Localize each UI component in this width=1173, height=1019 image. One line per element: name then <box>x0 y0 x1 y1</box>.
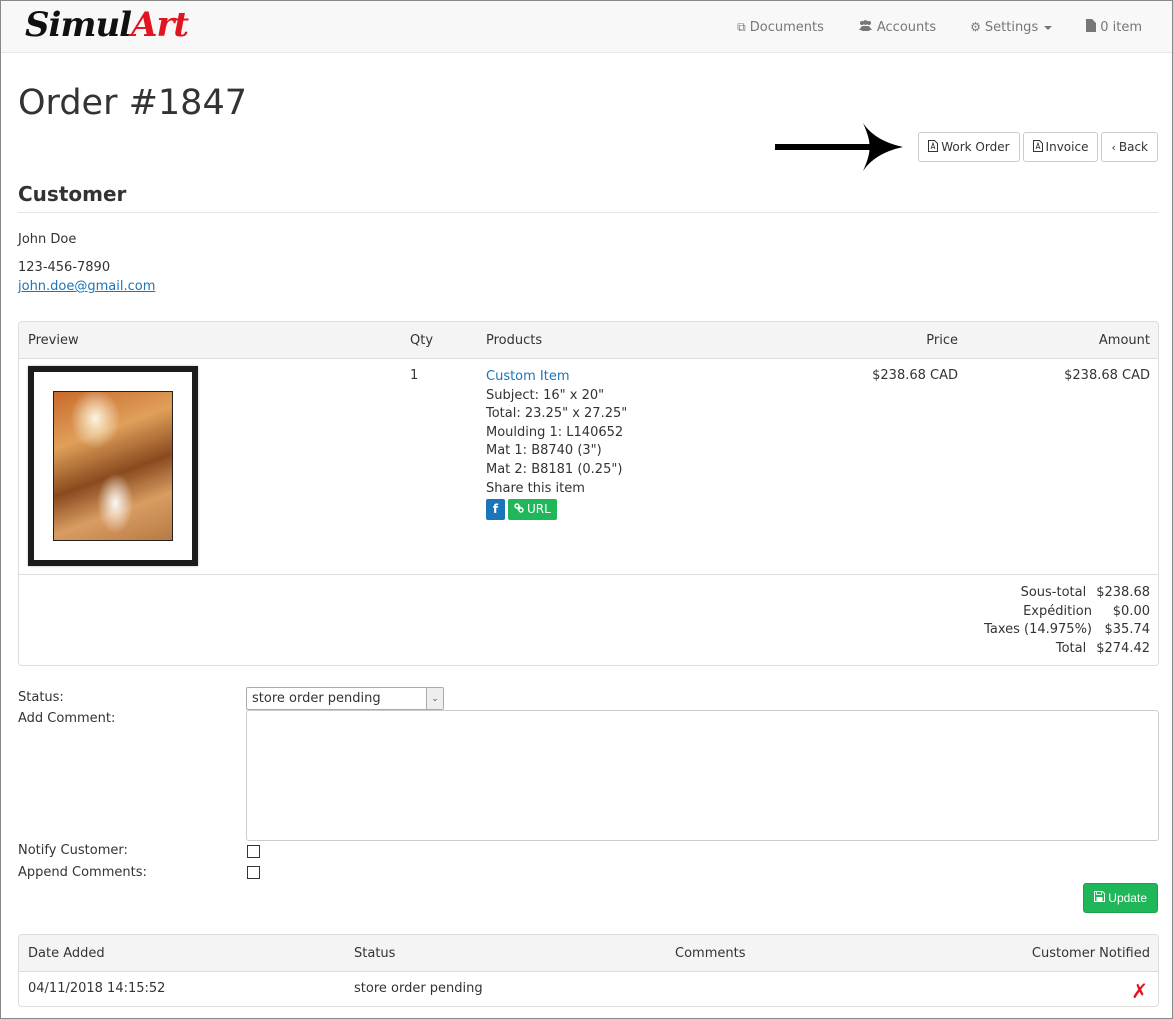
not-notified-x-icon: ✗ <box>1131 979 1148 1003</box>
nav-accounts[interactable]: Accounts <box>858 20 936 35</box>
comment-textarea[interactable] <box>246 710 1159 841</box>
link-icon <box>514 500 524 519</box>
product-detail-subject: Subject: 16" x 20" <box>486 387 605 403</box>
subtotal-label: Sous-total <box>1020 585 1087 600</box>
nav-links: ⧉ Documents Accounts ⚙ Settings 0 item <box>703 1 1142 53</box>
header-preview: Preview <box>28 333 79 348</box>
status-select-value: store order pending <box>252 691 381 706</box>
row-divider <box>19 574 1158 575</box>
customer-name: John Doe <box>18 232 77 247</box>
documents-icon: ⧉ <box>737 19 746 34</box>
product-detail-total: Total: 23.25" x 27.25" <box>486 406 628 422</box>
work-order-label: Work Order <box>941 140 1010 154</box>
order-items-table: Preview Qty Products Price Amount 1 Cust… <box>18 321 1159 666</box>
users-icon <box>858 20 873 34</box>
pdf-file-icon <box>928 139 939 155</box>
item-amount: $238.68 CAD <box>1064 368 1150 383</box>
nav-documents-label: Documents <box>749 19 824 35</box>
share-buttons: f URL <box>486 499 627 521</box>
arrow-annotation-icon <box>775 123 903 171</box>
nav-documents[interactable]: ⧉ Documents <box>737 20 824 35</box>
work-order-button[interactable]: Work Order <box>918 132 1020 162</box>
order-totals: Sous-total $238.68 Expédition $0.00 Taxe… <box>984 584 1150 658</box>
totals-row-taxes: Taxes (14.975%) $35.74 <box>984 621 1150 640</box>
total-value: $274.42 <box>1096 640 1150 656</box>
logo-text-art: Art <box>131 5 189 45</box>
taxes-label: Taxes (14.975%) <box>984 622 1092 638</box>
header-price: Price <box>926 333 958 348</box>
shipping-label: Expédition <box>1023 603 1092 619</box>
header-products: Products <box>486 333 543 348</box>
header-date-added: Date Added <box>28 946 105 961</box>
customer-phone: 123-456-7890 <box>18 260 111 275</box>
totals-row-shipping: Expédition $0.00 <box>984 603 1150 622</box>
pdf-file-icon <box>1032 139 1043 155</box>
share-label: Share this item <box>486 480 585 496</box>
nav-cart[interactable]: 0 item <box>1086 19 1142 35</box>
order-history-table: Date Added Status Comments Customer Noti… <box>18 934 1159 1007</box>
header-qty: Qty <box>410 333 434 348</box>
item-qty: 1 <box>410 368 419 383</box>
navbar: SimulArt ⧉ Documents Accounts ⚙ Settings… <box>1 1 1172 53</box>
history-date: 04/11/2018 14:15:52 <box>28 981 166 996</box>
header-amount: Amount <box>1098 333 1150 348</box>
total-label: Total <box>1055 640 1087 656</box>
photo-image <box>53 391 173 541</box>
page-title: Order #1847 <box>18 83 247 123</box>
nav-settings[interactable]: ⚙ Settings <box>970 19 1053 35</box>
share-facebook-button[interactable]: f <box>486 499 505 521</box>
back-label: Back <box>1118 140 1148 154</box>
header-customer-notified: Customer Notified <box>1031 946 1150 961</box>
chevron-down-icon <box>1044 26 1053 30</box>
chevron-down-icon: ⌄ <box>426 688 443 709</box>
nav-accounts-label: Accounts <box>876 19 937 35</box>
product-preview-image <box>28 366 198 566</box>
totals-row-total: Total $274.42 <box>984 640 1150 659</box>
customer-email-link[interactable]: john.doe@gmail.com <box>18 279 155 294</box>
facebook-icon: f <box>492 502 499 517</box>
invoice-button[interactable]: Invoice <box>1022 132 1099 162</box>
nav-settings-label: Settings <box>984 19 1039 35</box>
product-detail-mat2: Mat 2: B8181 (0.25") <box>486 461 623 477</box>
product-name-link[interactable]: Custom Item <box>486 368 627 387</box>
history-header: Date Added Status Comments Customer Noti… <box>19 935 1158 972</box>
table-header: Preview Qty Products Price Amount <box>19 322 1158 359</box>
frame-mat <box>34 372 192 560</box>
logo-text-simul: Simul <box>25 5 132 45</box>
invoice-label: Invoice <box>1045 140 1089 154</box>
customer-heading: Customer <box>18 182 1158 213</box>
file-icon <box>1086 19 1097 35</box>
update-button[interactable]: Update <box>1083 883 1158 913</box>
status-label: Status: <box>18 690 64 705</box>
subtotal-value: $238.68 <box>1096 585 1150 600</box>
share-url-button[interactable]: URL <box>508 499 557 521</box>
history-status: store order pending <box>354 981 483 996</box>
product-detail-mat1: Mat 1: B8740 (3") <box>486 443 602 459</box>
share-url-label: URL <box>527 502 551 517</box>
taxes-value: $35.74 <box>1104 622 1151 638</box>
notify-customer-checkbox[interactable] <box>247 845 260 858</box>
header-comments: Comments <box>675 946 746 961</box>
gear-icon: ⚙ <box>970 20 981 34</box>
save-icon <box>1094 891 1106 905</box>
chevron-left-icon: ‹ <box>1111 140 1116 154</box>
nav-cart-label: 0 item <box>1100 19 1142 35</box>
totals-row-subtotal: Sous-total $238.68 <box>984 584 1150 603</box>
header-status: Status <box>354 946 396 961</box>
status-select[interactable]: store order pending ⌄ <box>246 687 444 710</box>
back-button[interactable]: ‹ Back <box>1101 132 1158 162</box>
add-comment-label: Add Comment: <box>18 711 116 726</box>
logo[interactable]: SimulArt <box>25 5 189 45</box>
notify-customer-label: Notify Customer: <box>18 843 128 858</box>
append-comments-label: Append Comments: <box>18 865 147 880</box>
product-detail-moulding: Moulding 1: L140652 <box>486 424 624 440</box>
item-price: $238.68 CAD <box>872 368 958 383</box>
append-comments-checkbox[interactable] <box>247 866 260 879</box>
order-actions: Work Order Invoice ‹ Back <box>918 132 1158 162</box>
update-label: Update <box>1108 891 1147 905</box>
product-details: Custom Item Subject: 16" x 20" Total: 23… <box>486 368 628 521</box>
shipping-value: $0.00 <box>1112 603 1150 619</box>
